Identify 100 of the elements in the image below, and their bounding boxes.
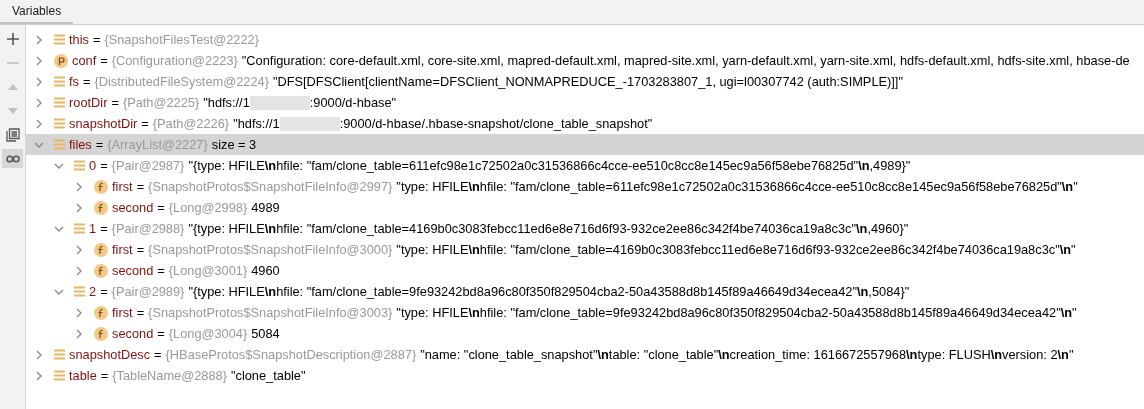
variable-name: files xyxy=(69,137,92,152)
equals-sign: = xyxy=(136,242,145,257)
variable-name: rootDir xyxy=(69,95,108,110)
variable-row[interactable]: rootDir = {Path@2225} "hdfs://1 :9000/d-hbase" xyxy=(26,92,1144,113)
equals-sign: = xyxy=(95,137,104,152)
list-icon xyxy=(54,370,65,381)
variable-name: 0 xyxy=(89,158,97,173)
variable-name: conf xyxy=(72,53,97,68)
variable-type: {SnapshotFilesTest@2222} xyxy=(104,32,259,47)
equals-sign: = xyxy=(100,158,108,173)
chevron-right-icon[interactable] xyxy=(34,76,44,87)
variable-value: "hdfs://1 xyxy=(233,116,280,131)
chevron-right-icon[interactable] xyxy=(34,370,44,381)
chevron-right-icon[interactable] xyxy=(74,328,84,339)
chevron-right-icon[interactable] xyxy=(74,181,84,192)
equals-sign: = xyxy=(100,221,108,236)
variable-name: 2 xyxy=(89,284,97,299)
variable-row[interactable]: this = {SnapshotFilesTest@2222} xyxy=(26,29,1144,50)
variable-value: "DFS[DFSClient[clientName=DFSClient_NONMAPREDUCE_-1703283807_1, ugi=l00307742 (auth:SIMPLE)]]" xyxy=(272,74,903,89)
list-icon xyxy=(54,34,65,45)
variable-name: second xyxy=(112,200,154,215)
variable-type: {Long@3001} xyxy=(168,263,248,278)
chevron-right-icon[interactable] xyxy=(74,202,84,213)
list-icon xyxy=(54,118,65,129)
chevron-right-icon[interactable] xyxy=(34,55,44,66)
p-badge-icon xyxy=(54,53,68,68)
chevron-right-icon[interactable] xyxy=(34,118,44,129)
variable-name: snapshotDir xyxy=(69,116,138,131)
equals-sign: = xyxy=(157,326,165,341)
list-icon xyxy=(54,97,65,108)
variable-row[interactable]: table = {TableName@2888} "clone_table" xyxy=(26,365,1144,386)
variable-row[interactable]: snapshotDesc = {HBaseProtos$SnapshotDescription@2887} "name: "clone_table_snapshot"\ntable: "clone_table"\ncreation_time: 1616672557968\ntype: FLUSH\nversion: 2\n" xyxy=(26,344,1144,365)
plus-icon xyxy=(5,31,20,46)
list-icon xyxy=(74,160,85,171)
list-icon xyxy=(74,223,85,234)
variable-row[interactable]: conf = {Configuration@2223} "Configuration: core-default.xml, core-site.xml, mapred-default.xml, mapred-site.xml, yarn-default.xml, yarn-site.xml, hdfs-default.xml, hdfs-site.xml, hbase-de xyxy=(26,50,1144,71)
variable-row[interactable]: fs = {DistributedFileSystem@2224} "DFS[DFSClient[clientName=DFSClient_NONMAPREDUCE_-1703283807_1, ugi=l00307742 (auth:SIMPLE)]]" xyxy=(26,71,1144,92)
variable-row[interactable]: first = {SnapshotProtos$SnapshotFileInfo@3000} "type: HFILE\nhfile: "fam/clone_table=4169b0c3083febcc11ed6e8e716d6f93-932ce2ee86c342f4be74036ca19a8c3c"\n" xyxy=(26,239,1144,260)
variable-name: table xyxy=(69,368,97,383)
variable-row[interactable]: second = {Long@3001} 4960 xyxy=(26,260,1144,281)
variable-type: {Configuration@2223} xyxy=(111,53,238,68)
equals-sign: = xyxy=(100,284,108,299)
equals-sign: = xyxy=(157,200,165,215)
variable-value: "clone_table" xyxy=(230,368,306,383)
list-icon xyxy=(54,349,65,360)
variable-name: 1 xyxy=(89,221,97,236)
chevron-right-icon[interactable] xyxy=(74,244,84,255)
variable-type: {Long@2998} xyxy=(168,200,248,215)
variable-type: {SnapshotProtos$SnapshotFileInfo@3000} xyxy=(148,242,393,257)
variable-name: snapshotDesc xyxy=(69,347,151,362)
variable-value: "{type: HFILE\nhfile: "fam/clone_table=611efc98e1c72502a0c31536866c4cce-ee510c8cc8e145ec9a56f58ebe76825d"\n,4989}" xyxy=(188,158,911,173)
f-badge-icon xyxy=(94,305,108,320)
chevron-right-icon[interactable] xyxy=(34,97,44,108)
variable-row[interactable]: 2 = {Pair@2989} "{type: HFILE\nhfile: "fam/clone_table=9fe93242bd8a96c80f350f829504cba2-50a43588d8b145f89a46649d34ecea42"\n,5084}" xyxy=(26,281,1144,302)
variable-value: size = 3 xyxy=(211,137,257,152)
variable-type: {Pair@2989} xyxy=(111,284,185,299)
equals-sign: = xyxy=(136,179,145,194)
chevron-right-icon[interactable] xyxy=(74,265,84,276)
variable-row[interactable]: snapshotDir = {Path@2226} "hdfs://1 :9000/d-hbase/.hbase-snapshot/clone_table_snapshot" xyxy=(26,113,1144,134)
variable-row[interactable]: 0 = {Pair@2987} "{type: HFILE\nhfile: "fam/clone_table=611efc98e1c72502a0c31536866c4cce-ee510c8cc8e145ec9a56f58ebe76825d"\n,4989}" xyxy=(26,155,1144,176)
variable-value: "type: HFILE\nhfile: "fam/clone_table=9fe93242bd8a96c80f350f829504cba2-50a43588d8b145f89a46649d34ecea42"\n" xyxy=(396,305,1077,320)
variable-row[interactable]: files = {ArrayList@2227} size = 3 xyxy=(26,134,1144,155)
variable-row[interactable]: first = {SnapshotProtos$SnapshotFileInfo@2997} "type: HFILE\nhfile: "fam/clone_table=611efc98e1c72502a0c31536866c4cce-ee510c8cc8e145ec9a56f58ebe76825d"\n" xyxy=(26,176,1144,197)
chevron-right-icon[interactable] xyxy=(74,307,84,318)
variable-name: second xyxy=(112,263,154,278)
variable-type: {DistributedFileSystem@2224} xyxy=(94,74,269,89)
variable-name: first xyxy=(112,242,133,257)
variable-name: this xyxy=(69,32,89,47)
variable-name: fs xyxy=(69,74,79,89)
variable-name: second xyxy=(112,326,154,341)
variable-row[interactable]: 1 = {Pair@2988} "{type: HFILE\nhfile: "fam/clone_table=4169b0c3083febcc11ed6e8e716d6f93-932ce2ee86c342f4be74036ca19a8c3c"\n,4960}" xyxy=(26,218,1144,239)
variable-value: :9000/d-hbase" xyxy=(309,95,397,110)
chevron-right-icon[interactable] xyxy=(34,349,44,360)
variable-value: :9000/d-hbase/.hbase-snapshot/clone_table_snapshot" xyxy=(339,116,653,131)
f-badge-icon xyxy=(94,200,108,215)
variable-type: {Pair@2988} xyxy=(111,221,185,236)
variable-type: {Long@3004} xyxy=(168,326,248,341)
f-badge-icon xyxy=(94,326,108,341)
copy-icon xyxy=(5,127,20,142)
variable-value: "{type: HFILE\nhfile: "fam/clone_table=4169b0c3083febcc11ed6e8e716d6f93-932ce2ee86c342f4be74036ca19a8c3c"\n,4960}" xyxy=(188,221,909,236)
variable-row[interactable]: second = {Long@3004} 5084 xyxy=(26,323,1144,344)
f-badge-icon xyxy=(94,242,108,257)
list-icon xyxy=(54,76,65,87)
f-badge-icon xyxy=(94,179,108,194)
variable-value: 4989 xyxy=(251,200,280,215)
equals-sign: = xyxy=(141,116,149,131)
variable-row[interactable]: first = {SnapshotProtos$SnapshotFileInfo@3003} "type: HFILE\nhfile: "fam/clone_table=9fe93242bd8a96c80f350f829504cba2-50a43588d8b145f89a46649d34ecea42"\n" xyxy=(26,302,1144,323)
variable-value: "{type: HFILE\nhfile: "fam/clone_table=9fe93242bd8a96c80f350f829504cba2-50a43588d8b145f89a46649d34ecea42"\n,5084}" xyxy=(188,284,910,299)
list-icon xyxy=(74,286,85,297)
equals-sign: = xyxy=(154,347,162,362)
variable-value: 4960 xyxy=(251,263,280,278)
glasses-button[interactable] xyxy=(2,149,23,168)
variable-name: first xyxy=(112,179,133,194)
chevron-right-icon[interactable] xyxy=(34,34,44,45)
equals-sign: = xyxy=(82,74,91,89)
variable-type: {ArrayList@2227} xyxy=(107,137,208,152)
variable-value: "name: "clone_table_snapshot"\ntable: "clone_table"\ncreation_time: 1616672557968\ntype: FLUSH\nversion: 2\n" xyxy=(420,347,1074,362)
equals-sign: = xyxy=(111,95,119,110)
variable-row[interactable]: second = {Long@2998} 4989 xyxy=(26,197,1144,218)
variable-type: {Pair@2987} xyxy=(111,158,185,173)
